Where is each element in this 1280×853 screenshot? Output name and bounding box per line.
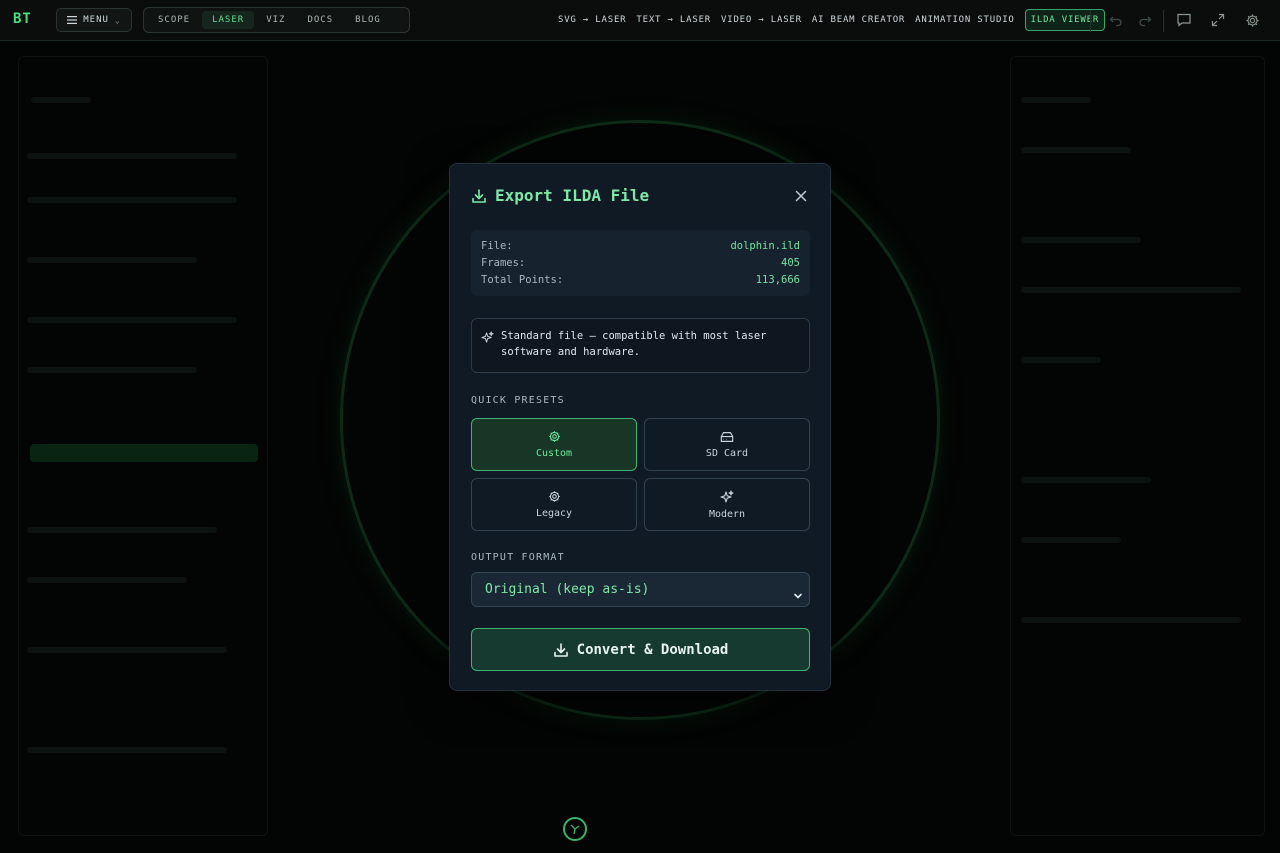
preset-custom[interactable]: Custom (471, 418, 637, 471)
left-panel-button (30, 444, 258, 462)
main-nav: SCOPE LASER VIZ DOCS BLOG (143, 7, 410, 33)
placeholder-line (27, 197, 237, 203)
placeholder-line (27, 257, 197, 263)
preset-sd-card[interactable]: SD Card (644, 418, 810, 471)
right-panel (1010, 56, 1265, 836)
playback-button[interactable] (563, 817, 587, 841)
tool-svg-to-laser[interactable]: SVG → LASER (558, 15, 626, 25)
placeholder-line (1021, 617, 1241, 623)
placeholder-line (1021, 287, 1241, 293)
placeholder-line (27, 317, 237, 323)
tab-docs[interactable]: DOCS (297, 11, 343, 29)
frames-value: 405 (781, 257, 800, 269)
gear-icon (548, 491, 560, 502)
file-info-row: File: dolphin.ild (481, 238, 800, 255)
tab-laser[interactable]: LASER (202, 11, 255, 29)
file-info-row: Total Points: 113,666 (481, 272, 800, 289)
sd-card-icon (720, 431, 734, 442)
file-label: File: (481, 240, 513, 252)
chevron-down-icon (793, 585, 803, 604)
hamburger-icon (67, 16, 78, 24)
tab-viz[interactable]: VIZ (256, 11, 295, 29)
file-name-value: dolphin.ild (730, 240, 800, 252)
tab-scope[interactable]: SCOPE (148, 11, 200, 29)
preset-legacy[interactable]: Legacy (471, 478, 637, 531)
tool-animation-studio[interactable]: ANIMATION STUDIO (915, 15, 1015, 25)
gear-icon[interactable] (1243, 11, 1261, 29)
dialog-title: Export ILDA File (495, 186, 650, 205)
download-icon (471, 188, 487, 208)
placeholder-line (1021, 97, 1091, 103)
preset-label: Modern (708, 508, 746, 520)
sparkles-icon (481, 329, 494, 348)
placeholder-line (27, 153, 237, 159)
download-icon (553, 642, 568, 657)
logo[interactable]: BT (13, 11, 32, 27)
convert-download-label: Convert & Download (576, 641, 729, 658)
preset-label: Custom (535, 448, 573, 459)
output-format-select[interactable]: Original (keep as-is) (471, 572, 810, 607)
tool-links: SVG → LASER TEXT → LASER VIDEO → LASER A… (558, 0, 1106, 40)
chevron-down-icon: ⌄ (114, 15, 121, 25)
placeholder-line (1021, 147, 1131, 153)
close-button[interactable] (793, 188, 809, 204)
preset-label: Legacy (535, 508, 573, 519)
placeholder-line (1021, 357, 1101, 363)
placeholder-line (27, 747, 227, 753)
tool-ai-beam-creator[interactable]: AI BEAM CREATOR (812, 15, 905, 25)
top-bar: BT MENU ⌄ SCOPE LASER VIZ DOCS BLOG SVG … (0, 0, 1280, 41)
tool-video-to-laser[interactable]: VIDEO → LASER (721, 15, 802, 25)
output-format-value: Original (keep as-is) (485, 582, 650, 597)
gear-icon (548, 431, 560, 442)
comment-icon[interactable] (1175, 11, 1193, 29)
placeholder-line (1021, 237, 1141, 243)
export-ilda-dialog: Export ILDA File File: dolphin.ild Frame… (449, 163, 831, 691)
placeholder-line (27, 577, 187, 583)
menu-button[interactable]: MENU ⌄ (56, 8, 132, 32)
file-info-panel: File: dolphin.ild Frames: 405 Total Poin… (471, 230, 810, 296)
menu-label: MENU (83, 15, 109, 25)
placeholder-line (1021, 537, 1121, 543)
tab-blog[interactable]: BLOG (345, 11, 391, 29)
total-points-value: 113,666 (755, 274, 800, 286)
sparkles-icon (720, 489, 734, 503)
placeholder-line (31, 97, 91, 103)
placeholder-line (1021, 477, 1151, 483)
placeholder-line (27, 367, 197, 373)
file-info-row: Frames: 405 (481, 255, 800, 272)
compatibility-note: Standard file — compatible with most las… (471, 318, 810, 373)
output-format-label: OUTPUT FORMAT (471, 552, 565, 563)
total-points-label: Total Points: (481, 274, 564, 286)
divider (1090, 10, 1091, 32)
redo-icon[interactable] (1136, 11, 1154, 29)
tool-text-to-laser[interactable]: TEXT → LASER (636, 15, 711, 25)
compatibility-note-text: Standard file — compatible with most las… (501, 330, 767, 358)
close-icon (795, 190, 807, 202)
divider (1163, 10, 1164, 32)
quick-presets-label: QUICK PRESETS (471, 395, 565, 406)
convert-download-button[interactable]: Convert & Download (471, 628, 810, 671)
placeholder-line (27, 647, 227, 653)
preset-modern[interactable]: Modern (644, 478, 810, 531)
expand-icon[interactable] (1209, 11, 1227, 29)
preset-label: SD Card (705, 447, 749, 459)
tool-ilda-viewer[interactable]: ILDA VIEWER (1024, 9, 1106, 31)
placeholder-line (27, 527, 217, 533)
play-icon (570, 824, 580, 835)
frames-label: Frames: (481, 257, 526, 269)
undo-icon[interactable] (1107, 11, 1125, 29)
